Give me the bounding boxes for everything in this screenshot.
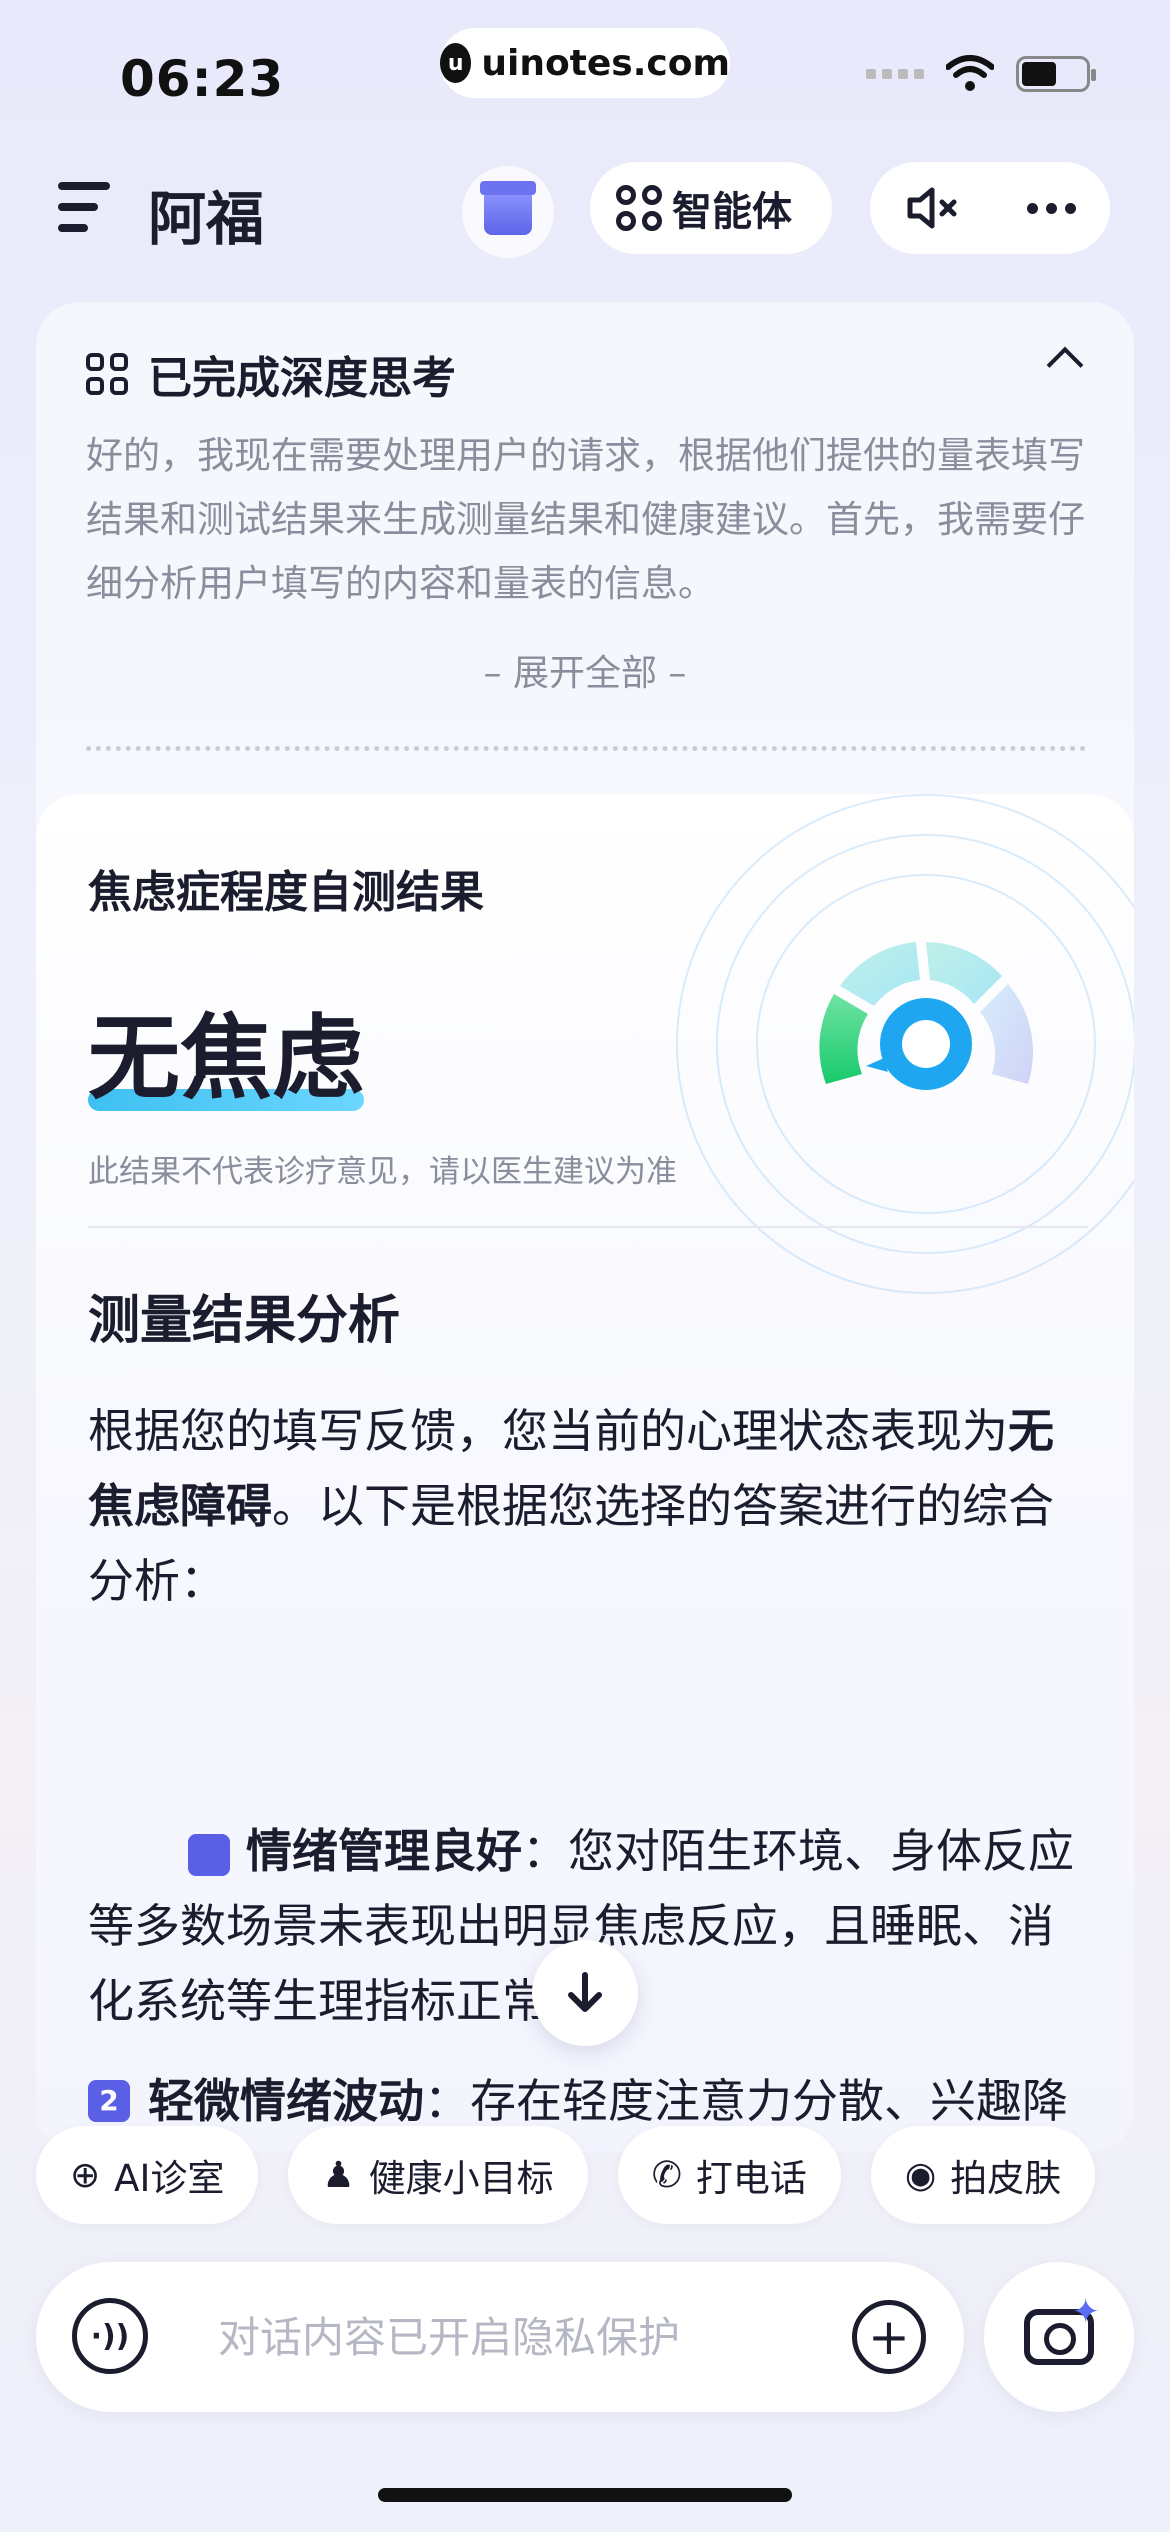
- agent-button[interactable]: 智能体: [590, 162, 832, 254]
- battery-icon: [1016, 56, 1096, 92]
- expand-all-link[interactable]: – 展开全部 –: [36, 644, 1134, 696]
- result-value: 无焦虑: [88, 1005, 365, 1112]
- chat-input[interactable]: [218, 2306, 778, 2368]
- thinking-text: 好的，我现在需要处理用户的请求，根据他们提供的量表填写结果和测试结果来生成测量结…: [86, 434, 1085, 605]
- quick-action-chips: ⊕ AI诊室 ♟ 健康小目标 ✆ 打电话 ◉ 拍皮肤: [36, 2126, 1096, 2226]
- voice-icon: ·)): [90, 2318, 130, 2354]
- app-header: 阿福 智能体: [0, 160, 1170, 260]
- home-indicator: [378, 2488, 792, 2502]
- phone-icon: ✆: [651, 2154, 682, 2196]
- plus-icon: +: [868, 2308, 910, 2366]
- chat-input-bar: ·)) +: [36, 2262, 964, 2412]
- chevron-up-icon[interactable]: [1046, 346, 1084, 384]
- chip-health-goal[interactable]: ♟ 健康小目标: [288, 2126, 588, 2224]
- camera-icon: ◉: [904, 2154, 937, 2196]
- analysis-item-title: 情绪管理良好: [246, 1824, 522, 1878]
- chip-label: 健康小目标: [368, 2157, 554, 2200]
- arrow-down-icon: [568, 1972, 602, 2012]
- chip-label: 拍皮肤: [950, 2157, 1062, 2200]
- status-time: 06:23: [120, 50, 285, 108]
- chip-label: AI诊室: [114, 2157, 225, 2200]
- voice-input-button[interactable]: ·)): [72, 2298, 148, 2374]
- result-disclaimer: 此结果不代表诊疗意见，请以医生建议为准: [88, 1154, 677, 1190]
- section-divider: [88, 1226, 1088, 1228]
- chat-message-card: 已完成深度思考 好的，我现在需要处理用户的请求，根据他们提供的量表填写结果和测试…: [36, 302, 1134, 2152]
- wifi-icon: [946, 55, 994, 91]
- header-actions: [870, 162, 1110, 254]
- result-value-wrap: 无焦虑: [88, 984, 365, 1117]
- watermark-logo-icon: u: [440, 43, 472, 83]
- status-bar: 06:23 u uinotes.com: [0, 0, 1170, 150]
- thinking-title: 已完成深度思考: [148, 353, 456, 404]
- menu-icon[interactable]: [58, 182, 110, 232]
- watermark-text: uinotes.com: [481, 42, 730, 84]
- cellular-signal-icon: [866, 69, 924, 79]
- scroll-to-bottom-button[interactable]: [532, 1940, 638, 2046]
- analysis-title: 测量结果分析: [88, 1291, 401, 1351]
- target-icon: ♟: [322, 2154, 355, 2196]
- analysis-item-title: 轻微情绪波动: [148, 2074, 424, 2128]
- chat-plus-icon: ⊕: [70, 2154, 101, 2196]
- status-icons: [866, 55, 1096, 93]
- chip-ai-clinic[interactable]: ⊕ AI诊室: [36, 2126, 259, 2224]
- gift-icon: [480, 181, 536, 235]
- chip-call[interactable]: ✆ 打电话: [617, 2126, 841, 2224]
- chip-skin-photo[interactable]: ◉ 拍皮肤: [870, 2126, 1096, 2224]
- anxiety-gauge-icon: [819, 942, 1033, 1090]
- gift-button[interactable]: [462, 166, 554, 258]
- app-title: 阿福: [148, 185, 265, 253]
- result-label: 焦虑症程度自测结果: [88, 867, 484, 918]
- item-number-badge: 2: [88, 2080, 130, 2122]
- item-number-badge: 1: [188, 1833, 307, 1876]
- thinking-header[interactable]: 已完成深度思考: [86, 342, 456, 406]
- add-button[interactable]: +: [852, 2300, 926, 2374]
- dotted-divider: [86, 746, 1086, 751]
- camera-button[interactable]: ✦: [984, 2262, 1134, 2412]
- agent-grid-icon: [616, 185, 662, 231]
- chip-label: 打电话: [695, 2157, 807, 2200]
- watermark-badge: u uinotes.com: [440, 28, 730, 98]
- thinking-icon: [86, 353, 128, 395]
- mute-icon[interactable]: [904, 186, 960, 230]
- more-icon[interactable]: [1027, 202, 1077, 214]
- sparkle-icon: ✦: [1071, 2292, 1101, 2332]
- analysis-intro: 根据您的填写反馈，您当前的心理状态表现为无焦虑障碍。以下是根据您选择的答案进行的…: [88, 1404, 1054, 1608]
- agent-label: 智能体: [672, 189, 792, 235]
